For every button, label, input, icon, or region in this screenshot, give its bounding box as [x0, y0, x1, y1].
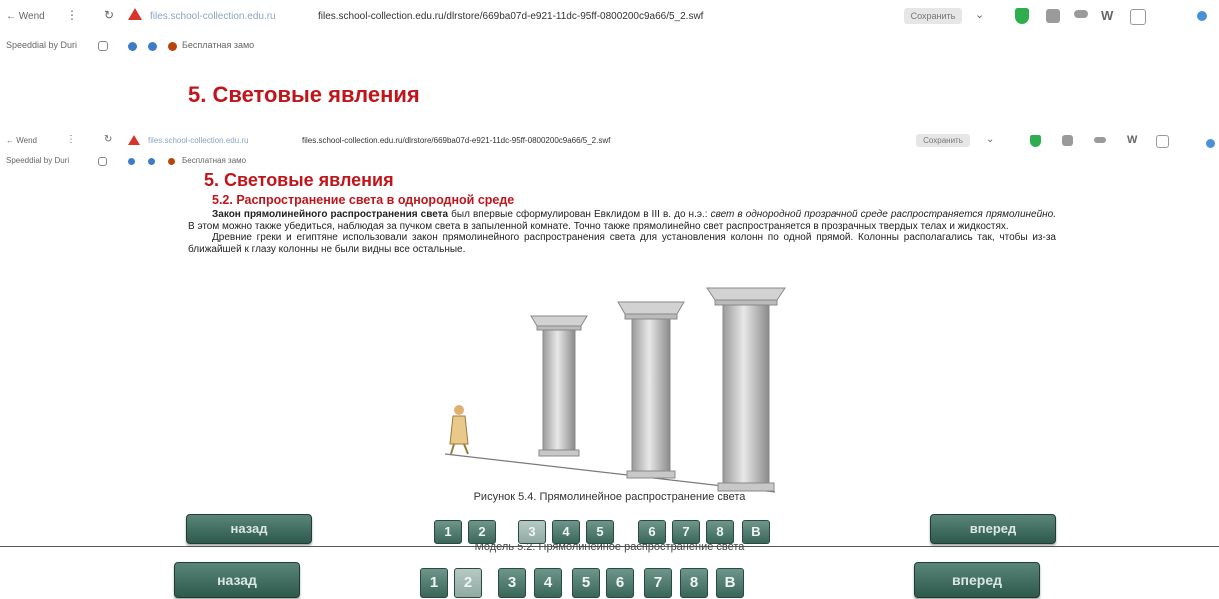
page-button-7[interactable]: 7 [672, 520, 700, 544]
forward-button[interactable]: вперед [914, 562, 1040, 598]
url-host[interactable]: files.school-collection.edu.ru [150, 11, 276, 22]
paragraph-text: В этом можно также убедиться, наблюдая з… [188, 220, 1009, 232]
column [706, 287, 786, 492]
paragraph-text: был впервые сформулирован Евклидом в III… [448, 209, 711, 220]
page-button-4[interactable]: 4 [552, 520, 580, 544]
save-button[interactable]: Сохранить [916, 134, 970, 147]
bookmark-icon[interactable] [128, 42, 137, 51]
profile-icon[interactable] [1197, 11, 1207, 21]
warning-icon [128, 135, 140, 145]
page-title-inner: 5. Световые явления [204, 170, 394, 190]
back-button[interactable]: назад [174, 562, 300, 598]
reload-icon[interactable]: ↻ [104, 134, 112, 145]
url-text[interactable]: files.school-collection.edu.ru/dlrstore/… [302, 136, 610, 145]
model-caption: Модель 5.2. Прямолинейное распространени… [474, 544, 745, 553]
menu-icon[interactable]: ⋮ [66, 8, 78, 22]
url-host[interactable]: files.school-collection.edu.ru [148, 136, 249, 145]
bookmark-icon[interactable] [148, 42, 157, 51]
page-title: 5. Световые явления [188, 82, 420, 107]
browser-address-bar: ← Wend ⋮ ↻ files.school-collection.edu.r… [0, 0, 1219, 32]
w-extension-icon[interactable]: W [1101, 8, 1113, 23]
back-button[interactable]: ← Wend [6, 11, 45, 22]
warning-icon [128, 8, 142, 20]
column [617, 301, 685, 479]
profile-icon[interactable] [1206, 139, 1215, 148]
page-button-1[interactable]: 1 [420, 568, 448, 598]
bookmark-icon[interactable] [168, 158, 175, 165]
law-name: Закон прямолинейного распространения све… [212, 209, 449, 220]
page-button-8[interactable]: 8 [706, 520, 734, 544]
bookmark-item[interactable]: Бесплатная замо [182, 40, 254, 50]
observer-figure [449, 405, 469, 455]
page-button-6[interactable]: 6 [638, 520, 666, 544]
w-extension-icon[interactable]: W [1127, 134, 1137, 146]
page-button-intro[interactable]: В [716, 568, 744, 598]
section-subtitle: 5.2. Распространение света в однородной … [212, 193, 515, 207]
law-statement: свет в однородной прозрачной среде распр… [710, 209, 1056, 220]
figure-caption: Рисунок 5.4. Прямолинейное распространен… [473, 491, 746, 503]
page-button-3[interactable]: 3 [498, 568, 526, 598]
folder-icon[interactable] [98, 41, 108, 51]
bookmark-icon[interactable] [148, 158, 155, 165]
menu-icon[interactable]: ⋮ [66, 134, 76, 145]
page-button-5[interactable]: 5 [586, 520, 614, 544]
extension-icon[interactable] [1062, 135, 1073, 146]
bookmark-icon[interactable] [128, 158, 135, 165]
reload-icon[interactable]: ↻ [104, 8, 114, 22]
back-button[interactable]: назад [186, 514, 312, 544]
page-button-4[interactable]: 4 [534, 568, 562, 598]
save-button[interactable]: Сохранить [904, 8, 962, 24]
chevron-down-icon[interactable]: ⌄ [975, 8, 984, 21]
page-button-2[interactable]: 2 [468, 520, 496, 544]
page-button-6[interactable]: 6 [606, 568, 634, 598]
paragraph-2: Древние греки и египтяне использовали за… [188, 232, 1056, 255]
extension-icon[interactable] [1130, 9, 1146, 25]
bookmark-icon[interactable] [168, 42, 177, 51]
chevron-down-icon[interactable]: ⌄ [986, 134, 994, 145]
forward-button[interactable]: вперед [930, 514, 1056, 544]
page-button-3[interactable]: 3 [518, 520, 546, 544]
browser-address-bar: ← Wend ⋮ ↻ files.school-collection.edu.r… [0, 128, 1219, 154]
paragraph-1: Закон прямолинейного распространения све… [188, 209, 1056, 232]
extension-icon[interactable] [1094, 137, 1106, 143]
back-button[interactable]: ← Wend [6, 136, 37, 145]
bookmark-item[interactable]: Бесплатная замо [182, 156, 246, 165]
folder-icon[interactable] [98, 157, 107, 166]
page-button-5[interactable]: 5 [572, 568, 600, 598]
url-text[interactable]: files.school-collection.edu.ru/dlrstore/… [318, 11, 703, 22]
shield-icon[interactable] [1030, 135, 1041, 147]
page-button-intro[interactable]: В [742, 520, 770, 544]
bookmark-item[interactable]: Speeddial by Duri [6, 156, 69, 165]
extension-icon[interactable] [1156, 135, 1169, 148]
page-button-8[interactable]: 8 [680, 568, 708, 598]
page-button-1[interactable]: 1 [434, 520, 462, 544]
body-text: Закон прямолинейного распространения све… [188, 209, 1056, 255]
extension-icon[interactable] [1074, 10, 1088, 18]
bookmarks-bar: Speeddial by Duri Бесплатная замо [0, 154, 1219, 170]
page-button-2[interactable]: 2 [454, 568, 482, 598]
bookmarks-bar: Speeddial by Duri Бесплатная замо [0, 36, 1219, 56]
extension-icon[interactable] [1046, 9, 1060, 23]
columns-figure [444, 287, 786, 493]
shield-icon[interactable] [1015, 8, 1029, 24]
bookmark-item[interactable]: Speeddial by Duri [6, 40, 77, 50]
page-button-7[interactable]: 7 [644, 568, 672, 598]
column [530, 315, 588, 457]
